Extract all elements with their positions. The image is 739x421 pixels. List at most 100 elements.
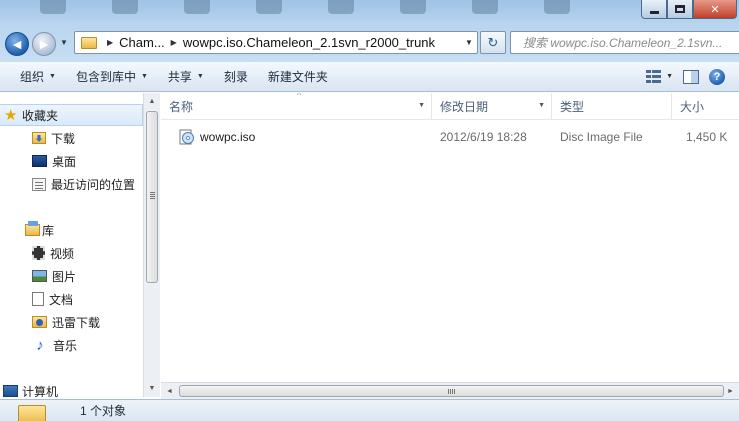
minimize-icon [649,10,659,14]
maximize-button[interactable] [667,0,693,19]
refresh-button[interactable]: ↻ [480,31,506,54]
back-arrow-icon: ◄ [10,36,24,52]
sidebar-item-label: 视频 [50,246,75,261]
file-name-cell[interactable]: wowpc.iso [161,129,432,145]
sidebar-item-xunlei-downloads[interactable]: 迅雷下载 [32,311,100,333]
disc-image-icon [179,129,194,145]
desktop-icon [32,155,47,167]
chevron-down-icon: ▼ [49,73,56,80]
ghost-icon [40,0,66,14]
sidebar-item-label: 文档 [49,292,74,307]
view-dropdown-icon[interactable]: ▼ [666,73,673,80]
column-header-label: 大小 [680,100,705,114]
scrollbar-thumb[interactable] [146,111,158,283]
command-bar: 组织 ▼ 包含到库中 ▼ 共享 ▼ 刻录 新建文件夹 ▼ ? [0,62,739,92]
address-bar[interactable]: ▶ Cham... ▶ wowpc.iso.Chameleon_2.1svn_r… [74,31,478,54]
details-pane: 1 个对象 [0,399,739,421]
sidebar-item-label: 最近访问的位置 [51,177,136,192]
sidebar-item-computer[interactable]: 计算机 [0,380,143,397]
column-header-label: 类型 [560,100,585,114]
share-label: 共享 [167,70,192,84]
sidebar-item-videos[interactable]: 视频 [32,242,74,264]
scroll-down-icon[interactable]: ▼ [144,380,160,397]
change-view-icon[interactable] [646,69,662,84]
file-type: Disc Image File [560,130,643,144]
close-icon: ✕ [710,3,720,16]
organize-menu[interactable]: 组织 ▼ [0,62,66,91]
sidebar-item-pictures[interactable]: 图片 [32,265,76,287]
file-name: wowpc.iso [200,130,256,144]
chevron-down-icon: ▼ [196,73,204,80]
preview-pane-icon[interactable] [683,69,699,84]
maximize-icon [675,5,685,13]
file-size: 1,450 K [686,130,728,144]
minimize-button[interactable] [641,0,667,19]
organize-label: 组织 [20,70,45,84]
column-header-type[interactable]: 类型 [552,93,672,120]
file-list-row[interactable]: wowpc.iso 2012/6/19 18:28 Disc Image Fil… [161,125,739,149]
column-header-date-modified[interactable]: 修改日期 ▼ [432,93,552,120]
recent-pages-dropdown[interactable]: ▼ [60,38,68,47]
sidebar-item-label: 库 [42,223,55,238]
column-header-label: 修改日期 [440,100,489,114]
include-in-library-label: 包含到库中 [75,70,136,84]
scrollbar-thumb[interactable] [179,385,724,397]
ghost-icon [256,0,282,14]
scroll-up-icon[interactable]: ▲ [144,93,160,110]
search-box[interactable] [510,31,739,54]
sidebar-item-desktop[interactable]: 桌面 [32,150,76,172]
include-in-library-menu[interactable]: 包含到库中 ▼ [66,62,158,91]
close-button[interactable]: ✕ [693,0,737,19]
back-button[interactable]: ◄ [5,32,29,56]
recent-places-icon [32,177,46,191]
folder-icon [18,404,46,421]
breadcrumb-parent[interactable]: Cham... [119,35,165,50]
star-icon: ★ [4,107,18,124]
breadcrumb-separator-icon[interactable]: ▶ [107,38,113,47]
ghost-icon [328,0,354,14]
search-input[interactable] [523,35,739,50]
sidebar-item-downloads[interactable]: 下载 [32,127,75,149]
scroll-right-icon[interactable]: ► [722,383,739,399]
column-filter-dropdown-icon[interactable]: ▼ [538,102,545,109]
sidebar-item-documents[interactable]: 文档 [32,288,73,310]
sidebar-item-label: 收藏夹 [22,108,59,123]
breadcrumb-separator-icon[interactable]: ▶ [171,38,177,47]
chevron-down-icon: ▼ [140,73,148,80]
column-filter-dropdown-icon[interactable]: ▼ [418,102,425,109]
window-controls: ✕ [641,0,737,19]
scroll-left-icon[interactable]: ◄ [161,383,178,399]
share-menu[interactable]: 共享 ▼ [158,62,214,91]
sidebar-item-recent-places[interactable]: 最近访问的位置 [32,173,135,195]
sidebar-item-favorites[interactable]: ★ 收藏夹 [0,104,143,126]
forward-button[interactable]: ► [32,32,56,56]
burn-button[interactable]: 刻录 [214,62,258,91]
sidebar-item-libraries[interactable]: 库 [0,219,143,241]
help-icon[interactable]: ? [709,68,725,85]
sidebar-item-label: 图片 [52,269,77,284]
xunlei-download-icon [32,316,47,328]
address-dropdown-icon[interactable]: ▼ [461,38,477,47]
status-item-count: 1 个对象 [80,404,127,418]
documents-icon [32,292,44,306]
ghost-icon [400,0,426,14]
column-header-name[interactable]: ^ 名称 ▼ [161,93,432,120]
music-icon: ♪ [36,336,44,354]
refresh-icon: ↻ [487,34,499,50]
navigation-pane-scrollbar[interactable]: ▲ ▼ [143,93,160,397]
breadcrumb-current[interactable]: wowpc.iso.Chameleon_2.1svn_r2000_trunk [183,35,435,50]
sidebar-item-label: 桌面 [52,154,77,169]
ghost-icon [544,0,570,14]
video-icon [32,246,45,260]
new-folder-button[interactable]: 新建文件夹 [258,62,338,91]
sidebar-item-music[interactable]: ♪ 音乐 [32,334,77,356]
file-date-modified: 2012/6/19 18:28 [440,130,527,144]
sort-ascending-icon: ^ [297,93,302,100]
column-header-size[interactable]: 大小 [672,93,739,120]
library-icon [25,221,40,236]
column-header-row: ^ 名称 ▼ 修改日期 ▼ 类型 大小 [161,93,739,120]
folder-icon [81,36,97,49]
file-list-horizontal-scrollbar[interactable]: ◄ ► [161,382,739,399]
computer-icon [3,385,18,397]
help-glyph: ? [713,70,721,83]
